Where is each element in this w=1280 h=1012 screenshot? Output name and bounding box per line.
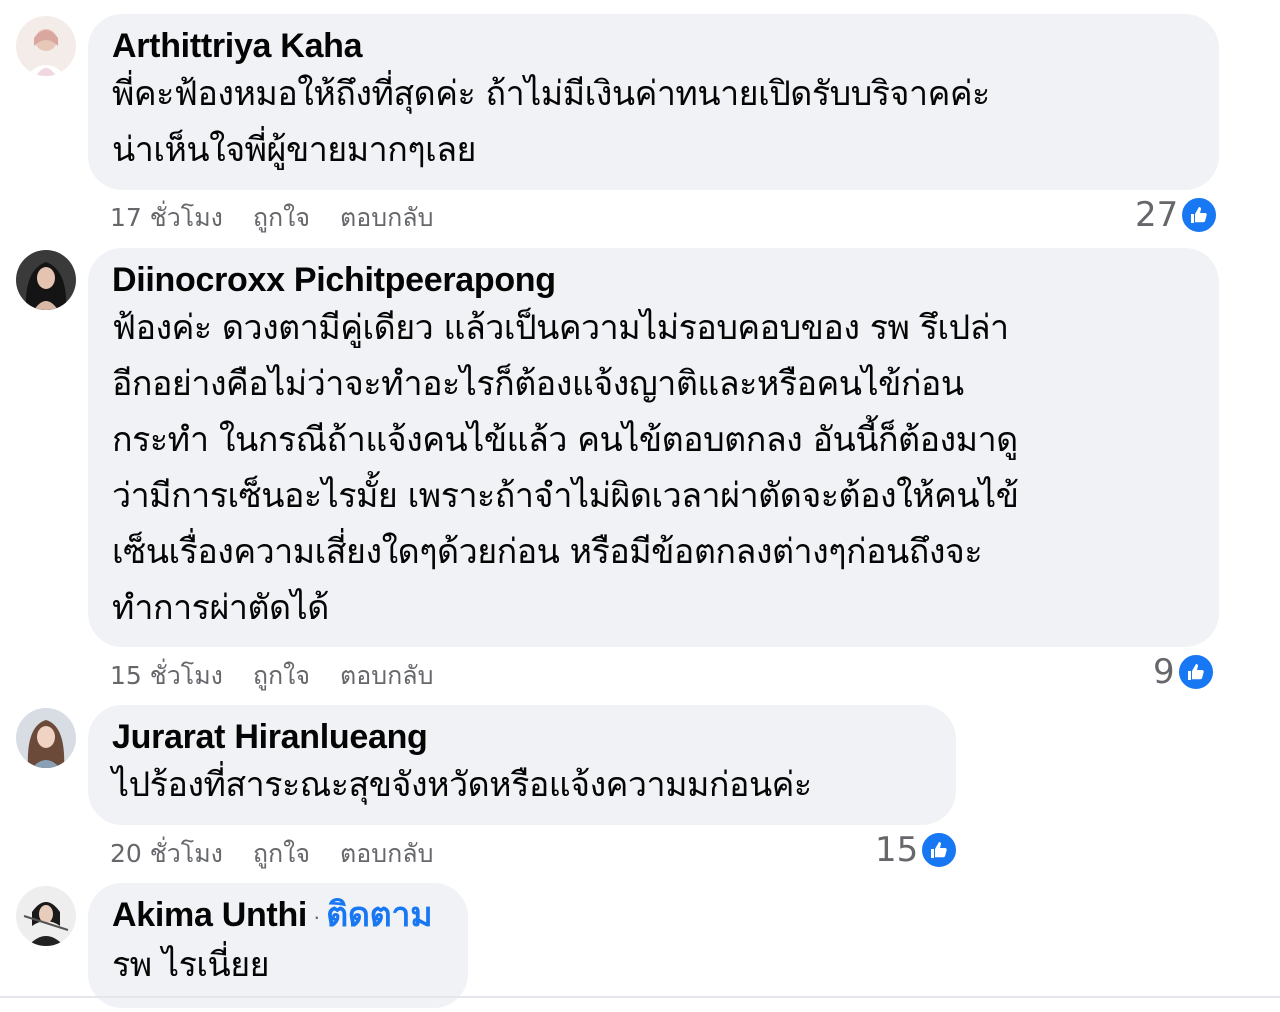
comment-text-line: รพ ไรเนี่ยย: [112, 945, 270, 986]
commenter-name-row: Akima Unthi · ติดตาม: [112, 895, 444, 937]
reply-button[interactable]: ตอบกลับ: [340, 656, 433, 696]
comment-timestamp[interactable]: 20 ชั่วโมง: [110, 834, 223, 874]
comment-text-line: พี่คะฟ้องหมอให้ถึงที่สุดค่ะ ถ้าไม่มีเงิน…: [112, 74, 990, 114]
like-icon: [920, 831, 959, 869]
like-icon: [1176, 653, 1215, 691]
reaction-summary[interactable]: 27: [1135, 195, 1219, 235]
comment-text-line: น่าเห็นใจพี่ผู้ขายมากๆเลย: [112, 130, 476, 170]
comment-bubble: Akima Unthi · ติดตาม รพ ไรเนี่ยย: [88, 883, 468, 1008]
comment-timestamp[interactable]: 15 ชั่วโมง: [110, 656, 223, 696]
comment-timestamp[interactable]: 17 ชั่วโมง: [110, 198, 223, 238]
avatar-photo-icon: [16, 886, 76, 946]
comment-bubble: Arthittriya Kaha พี่คะฟ้องหมอให้ถึงที่สุ…: [88, 14, 1219, 190]
commenter-name[interactable]: Akima Unthi: [112, 896, 307, 934]
comment-text: รพ ไรเนี่ยย: [112, 937, 444, 993]
comment-actions: 20 ชั่วโมง ถูกใจ ตอบกลับ: [110, 834, 433, 874]
comment-text-line: ฟ้องค่ะ ดวงตามีคู่เดียว แล้วเป็นความไม่ร…: [112, 308, 1009, 348]
like-button[interactable]: ถูกใจ: [253, 834, 310, 874]
comment-bubble: Diinocroxx Pichitpeerapong ฟ้องค่ะ ดวงตา…: [88, 248, 1219, 647]
comment-actions: 15 ชั่วโมง ถูกใจ ตอบกลับ: [110, 656, 433, 696]
reply-button[interactable]: ตอบกลับ: [340, 834, 433, 874]
comment-text-line: กระทำ ในกรณีถ้าแจ้งคนไข้แล้ว คนไข้ตอบตกล…: [112, 420, 1018, 460]
bottom-divider: [0, 996, 1280, 998]
like-button[interactable]: ถูกใจ: [253, 656, 310, 696]
avatar[interactable]: [16, 708, 76, 768]
follow-button[interactable]: ติดตาม: [326, 896, 433, 934]
reply-button[interactable]: ตอบกลับ: [340, 198, 433, 238]
comment-text: พี่คะฟ้องหมอให้ถึงที่สุดค่ะ ถ้าไม่มีเงิน…: [112, 66, 1195, 178]
reaction-count: 9: [1153, 652, 1175, 692]
comment-text-line: ทำการผ่าตัดได้: [112, 588, 329, 628]
comment-text-line: ว่ามีการเซ็นอะไรมั้ย เพราะถ้าจำไม่ผิดเวล…: [112, 476, 1019, 516]
comment-text-line: เซ็นเรื่องความเสี่ยงใดๆด้วยก่อน หรือมีข้…: [112, 532, 983, 572]
comment-text-line: อีกอย่างคือไม่ว่าจะทำอะไรก็ต้องแจ้งญาติแ…: [112, 364, 964, 404]
comment-bubble: Jurarat Hiranlueang ไปร้องที่สาระณะสุขจั…: [88, 705, 956, 825]
separator-dot: ·: [313, 904, 321, 930]
comment-actions: 17 ชั่วโมง ถูกใจ ตอบกลับ: [110, 198, 433, 238]
comment-text: ไปร้องที่สาระณะสุขจังหวัดหรือแจ้งความมก่…: [112, 757, 932, 813]
reaction-count: 15: [875, 830, 919, 870]
avatar[interactable]: [16, 886, 76, 946]
commenter-name[interactable]: Jurarat Hiranlueang: [112, 717, 932, 757]
comment-text: ฟ้องค่ะ ดวงตามีคู่เดียว แล้วเป็นความไม่ร…: [112, 300, 1195, 636]
commenter-name[interactable]: Arthittriya Kaha: [112, 26, 1195, 66]
reaction-count: 27: [1135, 195, 1179, 235]
reaction-summary[interactable]: 15: [875, 830, 959, 870]
commenter-name[interactable]: Diinocroxx Pichitpeerapong: [112, 260, 1195, 300]
like-button[interactable]: ถูกใจ: [253, 198, 310, 238]
comment-text-line: ไปร้องที่สาระณะสุขจังหวัดหรือแจ้งความมก่…: [112, 765, 812, 805]
avatar-photo-icon: [16, 250, 76, 310]
reaction-summary[interactable]: 9: [1153, 652, 1215, 692]
like-icon: [1180, 196, 1219, 234]
avatar-photo-icon: [16, 708, 76, 768]
avatar[interactable]: [16, 250, 76, 310]
avatar[interactable]: [16, 16, 76, 76]
avatar-photo-icon: [16, 16, 76, 76]
